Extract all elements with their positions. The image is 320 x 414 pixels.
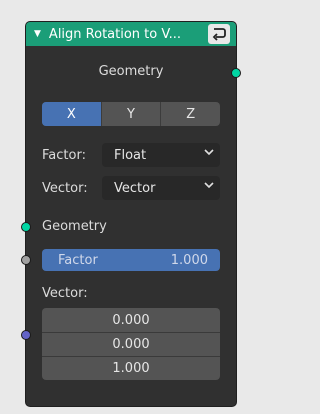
geometry-output-socket[interactable] <box>231 68 241 78</box>
axis-selector: X Y Z <box>42 102 220 126</box>
vector-fields: 0.000 0.000 1.000 <box>42 308 220 380</box>
input-geometry-label: Geometry <box>42 219 107 234</box>
vector-type-dropdown[interactable]: Vector <box>102 176 220 200</box>
output-geometry-label: Geometry <box>98 64 164 79</box>
chevron-down-icon <box>204 148 214 159</box>
node-header[interactable]: ▼ Align Rotation to V... <box>26 22 236 46</box>
axis-y-button[interactable]: Y <box>100 102 161 126</box>
collapse-arrow-icon[interactable]: ▼ <box>34 29 41 39</box>
axis-x-button[interactable]: X <box>42 102 101 126</box>
vector-z-field[interactable]: 1.000 <box>42 356 220 380</box>
axis-z-button[interactable]: Z <box>160 102 220 126</box>
align-rotation-node[interactable]: ▼ Align Rotation to V... Geometry X Y Z … <box>21 22 241 406</box>
factor-type-value: Float <box>114 147 147 163</box>
vector-x-field[interactable]: 0.000 <box>42 308 220 332</box>
factor-input-socket[interactable] <box>21 255 31 265</box>
factor-field-label: Factor <box>58 252 98 268</box>
factor-field[interactable]: Factor 1.000 <box>42 249 220 271</box>
factor-type-label: Factor: <box>42 148 86 163</box>
vector-type-value: Vector <box>114 180 156 196</box>
vector-input-label: Vector: <box>42 286 88 301</box>
geometry-input-socket[interactable] <box>21 222 31 232</box>
factor-type-dropdown[interactable]: Float <box>102 143 220 167</box>
vector-y-field[interactable]: 0.000 <box>42 332 220 356</box>
factor-field-value: 1.000 <box>170 252 208 268</box>
vector-type-label: Vector: <box>42 181 88 196</box>
node-title: Align Rotation to V... <box>48 26 181 42</box>
chevron-down-icon <box>204 181 214 192</box>
vector-input-socket[interactable] <box>21 330 31 340</box>
return-arrow-icon[interactable] <box>208 24 230 44</box>
